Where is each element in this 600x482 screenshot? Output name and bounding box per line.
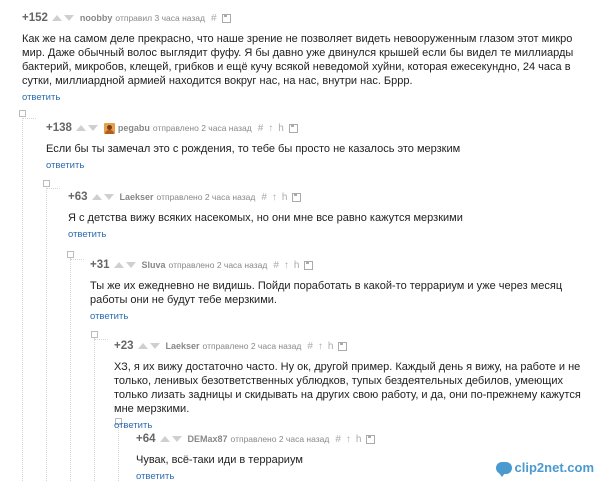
permalink-icon[interactable]: # <box>261 192 267 203</box>
branch-icon[interactable]: h <box>278 123 284 134</box>
thread-line <box>46 182 47 481</box>
thread-branch <box>22 118 36 119</box>
thread-line <box>70 253 71 481</box>
downvote-icon[interactable] <box>63 15 74 21</box>
comment-time: отправлено 2 часа назад <box>202 341 302 351</box>
branch-icon[interactable]: h <box>282 192 288 203</box>
collapse-toggle[interactable] <box>43 180 50 187</box>
parent-arrow-icon[interactable]: ↑ <box>284 260 289 271</box>
downvote-icon[interactable] <box>171 436 182 442</box>
parent-arrow-icon[interactable]: ↑ <box>346 434 351 445</box>
comment-score: +138 <box>46 122 72 134</box>
parent-arrow-icon[interactable]: ↑ <box>268 123 273 134</box>
thread-branch <box>46 188 60 189</box>
comment-author[interactable]: Laekser <box>120 192 154 202</box>
upvote-icon[interactable] <box>137 343 148 349</box>
thread-line <box>22 112 23 481</box>
comment-time: отправлено 2 часа назад <box>168 260 268 270</box>
thread-line <box>94 333 95 481</box>
comment-header: +23 Laekser отправлено 2 часа назад # ↑ … <box>114 338 590 354</box>
reply-link[interactable]: ответить <box>22 92 590 103</box>
branch-icon[interactable]: h <box>356 434 362 445</box>
upvote-icon[interactable] <box>91 194 102 200</box>
collapse-toggle[interactable] <box>91 331 98 338</box>
upvote-icon[interactable] <box>51 15 62 21</box>
permalink-icon[interactable]: # <box>335 434 341 445</box>
branch-icon[interactable]: h <box>328 341 334 352</box>
comment: +23 Laekser отправлено 2 часа назад # ↑ … <box>114 338 590 431</box>
comment-text: Я с детства вижу всяких насекомых, но он… <box>68 212 463 224</box>
save-icon[interactable] <box>288 123 298 133</box>
permalink-icon[interactable]: # <box>273 260 279 271</box>
permalink-icon[interactable]: # <box>211 13 217 24</box>
comment-header: +152 noobby отправил 3 часа назад # <box>22 10 590 26</box>
comment: +31 Sluva отправлено 2 часа назад # ↑ h … <box>90 257 590 322</box>
comment-author[interactable]: Sluva <box>142 260 166 270</box>
comment-author[interactable]: DEMax87 <box>188 434 228 444</box>
comment: +138 pegabu отправлено 2 часа назад # ↑ … <box>46 120 590 171</box>
avatar[interactable] <box>103 122 115 134</box>
comment-score: +23 <box>114 340 134 352</box>
parent-arrow-icon[interactable]: ↑ <box>272 192 277 203</box>
upvote-icon[interactable] <box>159 436 170 442</box>
upvote-icon[interactable] <box>75 125 86 131</box>
parent-arrow-icon[interactable]: ↑ <box>318 341 323 352</box>
upvote-icon[interactable] <box>113 262 124 268</box>
reply-link[interactable]: ответить <box>90 311 590 322</box>
collapse-toggle[interactable] <box>67 251 74 258</box>
comment-author[interactable]: Laekser <box>166 341 200 351</box>
watermark-logo: clip2net.com <box>495 460 594 477</box>
watermark-text: clip2net.com <box>514 460 594 475</box>
save-icon[interactable] <box>221 13 231 23</box>
comment-header: +31 Sluva отправлено 2 часа назад # ↑ h <box>90 257 590 273</box>
comment-text: Как же на самом деле прекрасно, что наше… <box>22 33 574 87</box>
comment-text: Если бы ты замечал это с рождения, то те… <box>46 143 461 155</box>
comment-time: отправил 3 часа назад <box>115 13 205 23</box>
comment-author[interactable]: pegabu <box>118 123 150 133</box>
comment-header: +138 pegabu отправлено 2 часа назад # ↑ … <box>46 120 590 136</box>
comment-score: +64 <box>136 433 156 445</box>
save-icon[interactable] <box>366 434 376 444</box>
comment-score: +31 <box>90 259 110 271</box>
comment-time: отправлено 2 часа назад <box>230 434 330 444</box>
save-icon[interactable] <box>292 192 302 202</box>
thread-branch <box>70 259 84 260</box>
comment: +152 noobby отправил 3 часа назад # Как … <box>22 10 590 103</box>
chat-bubble-icon <box>495 461 512 477</box>
reply-link[interactable]: ответить <box>114 420 590 431</box>
reply-link[interactable]: ответить <box>46 160 590 171</box>
save-icon[interactable] <box>304 260 314 270</box>
collapse-toggle[interactable] <box>19 110 26 117</box>
comment-time: отправлено 2 часа назад <box>156 192 256 202</box>
comment-author[interactable]: noobby <box>80 13 113 23</box>
branch-icon[interactable]: h <box>294 260 300 271</box>
comment: +63 Laekser отправлено 2 часа назад # ↑ … <box>68 189 590 240</box>
downvote-icon[interactable] <box>149 343 160 349</box>
comment-score: +152 <box>22 12 48 24</box>
downvote-icon[interactable] <box>103 194 114 200</box>
permalink-icon[interactable]: # <box>307 341 313 352</box>
reply-link[interactable]: ответить <box>68 229 590 240</box>
permalink-icon[interactable]: # <box>258 123 264 134</box>
comment-text: Ты же их ежедневно не видишь. Пойди пора… <box>90 280 563 306</box>
save-icon[interactable] <box>338 341 348 351</box>
comment-text: ХЗ, я их вижу достаточно часто. Ну ок, д… <box>114 361 581 415</box>
comment-header: +63 Laekser отправлено 2 часа назад # ↑ … <box>68 189 590 205</box>
comment-score: +63 <box>68 191 88 203</box>
thread-branch <box>94 339 108 340</box>
comment-header: +64 DEMax87 отправлено 2 часа назад # ↑ … <box>136 431 590 447</box>
downvote-icon[interactable] <box>87 125 98 131</box>
comment-time: отправлено 2 часа назад <box>152 123 252 133</box>
downvote-icon[interactable] <box>125 262 136 268</box>
